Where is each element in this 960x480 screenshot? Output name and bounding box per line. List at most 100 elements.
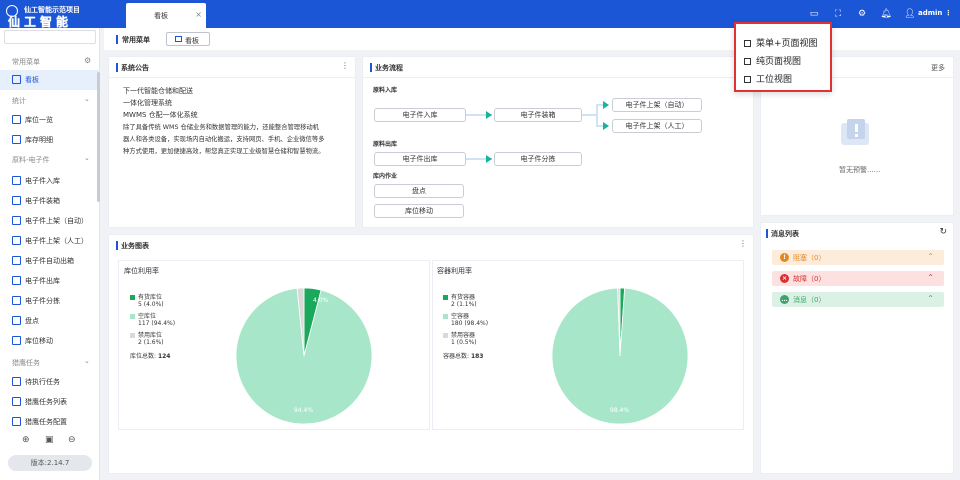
empty-alert-icon (841, 119, 869, 145)
legend-item: 有货库位 (130, 292, 162, 301)
workflow-section-inner: 库内作业 (373, 173, 398, 180)
move-icon (12, 336, 21, 345)
pie-slices (551, 287, 689, 425)
status-icon: ! (780, 253, 789, 262)
quick-button-label: 看板 (185, 37, 199, 45)
sidebar-item-shelve-manual[interactable]: 电子件上架（人工） (0, 231, 100, 251)
close-icon[interactable]: × (195, 10, 202, 19)
view-page-only[interactable]: 纯页面视图 (744, 54, 801, 68)
sidebar-group-common[interactable]: 常用菜单 (12, 57, 40, 67)
workflow-node-shelve-manual[interactable]: 电子件上架（人工） (612, 119, 702, 133)
chevron-up-icon[interactable]: ⌃ (927, 294, 934, 303)
legend-value: 180 (98.4%) (451, 320, 489, 327)
sidebar-group-tasks[interactable]: 猎鹰任务 (12, 358, 40, 368)
quick-dashboard-button[interactable]: 看板 (166, 32, 210, 46)
view-menu-page[interactable]: 菜单+页面视图 (744, 36, 818, 50)
legend-total: 库位总数: 124 (130, 351, 170, 360)
chevron-down-icon[interactable]: ⌄ (84, 154, 90, 162)
user-menu[interactable]: admin ⋮ (918, 9, 952, 17)
divider (109, 77, 355, 78)
sidebar-item-label: 电子件分拣 (25, 297, 60, 305)
workflow-node-shelve-auto[interactable]: 电子件上架（自动） (612, 98, 702, 112)
layout-icon[interactable]: ⛶ (832, 8, 844, 20)
container-pie: 98.4% (551, 287, 689, 425)
legend-label: 禁用库位 (138, 332, 163, 339)
legend-label: 有货库位 (138, 294, 163, 301)
view-mode-dropdown: 菜单+页面视图 纯页面视图 工位视图 (734, 22, 832, 92)
workflow-section-inbound: 原料入库 (373, 87, 398, 94)
tab-dashboard[interactable]: 看板 × (126, 3, 206, 28)
sidebar-item-location-overview[interactable]: 库位一览 (0, 110, 100, 130)
sidebar-item-task-list[interactable]: 猎鹰任务列表 (0, 392, 100, 412)
workflow-node-pack[interactable]: 电子件装箱 (494, 108, 582, 122)
message-row[interactable]: × 故障（0） ⌃ (772, 271, 944, 286)
chevron-up-icon[interactable]: ⌃ (927, 273, 934, 282)
chevron-down-icon[interactable]: ⌄ (84, 357, 90, 365)
sidebar-item-label: 待执行任务 (25, 378, 60, 386)
sidebar-item-label: 电子件装箱 (25, 197, 60, 205)
legend-value: 117 (94.4%) (138, 320, 176, 327)
legend-label: 有货容器 (451, 294, 476, 301)
fit-screen-icon[interactable]: ▣ (45, 435, 54, 445)
section-marker (116, 35, 118, 44)
workflow-node-move[interactable]: 库位移动 (374, 204, 464, 218)
sidebar-item-auto-unbox[interactable]: 电子件自动出箱 (0, 251, 100, 271)
sidebar-item-stocktake[interactable]: 盘点 (0, 311, 100, 331)
user-name: admin (918, 9, 943, 17)
sidebar-item-move[interactable]: 库位移动 (0, 331, 100, 351)
sidebar-item-pending-tasks[interactable]: 待执行任务 (0, 372, 100, 392)
sidebar-item-shelve-auto[interactable]: 电子件上架（自动） (0, 211, 100, 231)
sidebar-item-inventory-detail[interactable]: 库存明细 (0, 130, 100, 150)
message-label: 消息（0） (793, 296, 826, 304)
chevron-down-icon[interactable]: ⌄ (84, 95, 90, 103)
sidebar-group-stats[interactable]: 统计 (12, 96, 26, 106)
layout-icon (744, 40, 751, 47)
workflow-title: 业务流程 (375, 64, 403, 72)
messages-title: 消息列表 (771, 230, 799, 238)
sidebar-item-dashboard[interactable]: 看板 (0, 70, 100, 90)
workflow-node-sort[interactable]: 电子件分拣 (494, 152, 582, 166)
message-row[interactable]: … 消息（0） ⌃ (772, 292, 944, 307)
bell-icon[interactable]: 🔔︎ (880, 8, 892, 20)
legend-item: 有货容器 (443, 292, 475, 301)
gear-icon[interactable]: ⚙ (84, 56, 91, 65)
sidebar-item-outbound[interactable]: 电子件出库 (0, 271, 100, 291)
message-label: 故障（0） (793, 275, 826, 283)
notice-title: 系统公告 (121, 64, 149, 72)
chevron-up-icon[interactable]: ⌃ (927, 252, 934, 261)
legend-item: 禁用库位 (130, 330, 162, 339)
more-icon[interactable]: ⋮ (341, 61, 349, 70)
workflow-node-inbound[interactable]: 电子件入库 (374, 108, 466, 122)
workflow-node-outbound[interactable]: 电子件出库 (374, 152, 466, 166)
sidebar-item-task-config[interactable]: 猎鹰任务配置 (0, 412, 100, 432)
sidebar-item-inbound[interactable]: 电子件入库 (0, 171, 100, 191)
view-station[interactable]: 工位视图 (744, 72, 792, 86)
sidebar-search[interactable] (4, 30, 96, 44)
settings-icon[interactable]: ⚙ (856, 8, 868, 20)
dashboard-icon (12, 75, 21, 84)
refresh-icon[interactable]: ↻ (939, 227, 947, 237)
slice-label: 4.0% (313, 297, 329, 304)
sidebar-item-sort[interactable]: 电子件分拣 (0, 291, 100, 311)
sidebar-item-pack[interactable]: 电子件装箱 (0, 191, 100, 211)
message-label: 阻塞（0） (793, 254, 826, 262)
zoom-in-icon[interactable]: ⊕ (22, 435, 30, 445)
section-marker (766, 229, 768, 238)
sidebar-group-material[interactable]: 原料-电子件 (12, 155, 50, 165)
sidebar-item-label: 电子件上架（自动） (25, 217, 88, 225)
tab-label: 看板 (154, 12, 168, 20)
more-icon[interactable]: ⋮ (739, 239, 747, 248)
shelf-icon (12, 216, 21, 225)
user-icon[interactable]: 👤︎ (904, 8, 916, 20)
legend-label: 空容器 (451, 313, 470, 320)
message-row[interactable]: ! 阻塞（0） ⌃ (772, 250, 944, 265)
more-link[interactable]: 更多 (931, 63, 945, 73)
zoom-out-icon[interactable]: ⊖ (68, 435, 76, 445)
fullscreen-icon[interactable]: ▭ (808, 8, 820, 20)
box-icon (12, 196, 21, 205)
workflow-node-stocktake[interactable]: 盘点 (374, 184, 464, 198)
menu-item-label: 纯页面视图 (756, 57, 802, 67)
sidebar-scrollbar[interactable] (97, 72, 100, 202)
chart-title: 库位利用率 (124, 267, 159, 275)
table-icon (12, 135, 21, 144)
